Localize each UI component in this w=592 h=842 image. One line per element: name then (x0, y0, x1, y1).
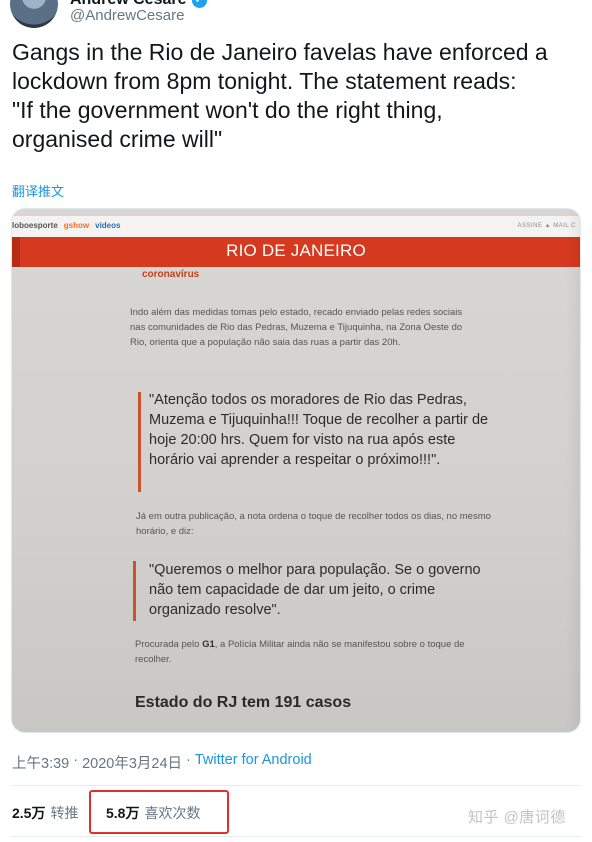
quote-bar (133, 561, 136, 621)
site-link-gshow: gshow (63, 221, 90, 230)
tweet-source-link[interactable]: Twitter for Android (195, 752, 312, 773)
author-handle[interactable]: @AndrewCesare (70, 7, 184, 24)
likes-label: 喜欢次数 (144, 805, 201, 821)
divider (11, 785, 581, 786)
retweets-count: 2.5万 (12, 805, 46, 821)
section-banner-title: RIO DE JANEIRO (226, 241, 366, 260)
quote-bar (138, 392, 141, 492)
divider (11, 836, 581, 837)
paragraph-3-bold: G1 (202, 639, 215, 650)
retweets-stat[interactable]: 2.5万 转推 (12, 803, 78, 823)
site-nav-links: loboesporte gshow videos (12, 221, 120, 230)
article-paragraph-1: Indo além das medidas tomas pelo estado,… (130, 307, 463, 348)
translate-tweet-link[interactable]: 翻译推文 (12, 181, 64, 200)
author-avatar[interactable] (10, 0, 58, 28)
verified-badge-icon: ✓ (191, 0, 207, 8)
screen-shading (566, 209, 580, 732)
article-paragraph-3: Procurada pelo G1, a Polícia Militar ain… (135, 637, 475, 667)
tweet-time[interactable]: 上午3:39 (12, 752, 69, 773)
article-kicker: coronavírus (142, 269, 200, 280)
retweets-label: 转推 (50, 805, 79, 821)
tweet-meta: 上午3:39 · 2020年3月24日 · Twitter for Androi… (12, 752, 312, 773)
likes-count: 5.8万 (106, 805, 140, 821)
article-quote-1: "Atenção todos os moradores de Rio das P… (149, 392, 489, 468)
tweet-text: Gangs in the Rio de Janeiro favelas have… (12, 39, 548, 152)
meta-separator: · (186, 752, 191, 768)
meta-separator: · (73, 752, 79, 768)
paragraph-3-prefix: Procurada pelo (135, 639, 203, 650)
article-quote-2: "Queremos o melhor para população. Se o … (149, 562, 481, 618)
site-link-esporte: loboesporte (12, 221, 58, 230)
zhihu-watermark: 知乎 @唐诃德 (468, 809, 566, 826)
article-subheadline: Estado do RJ tem 191 casos (135, 694, 352, 711)
article-paragraph-2: Já em outra publicação, a nota ordena o … (136, 511, 491, 537)
tweet-photo[interactable]: loboesporte gshow videos ASSINE ▲ MAIL C… (11, 208, 581, 733)
likes-stat[interactable]: 5.8万 喜欢次数 (106, 803, 200, 823)
site-link-videos: videos (95, 221, 121, 230)
tweet-date[interactable]: 2020年3月24日 (82, 752, 182, 773)
